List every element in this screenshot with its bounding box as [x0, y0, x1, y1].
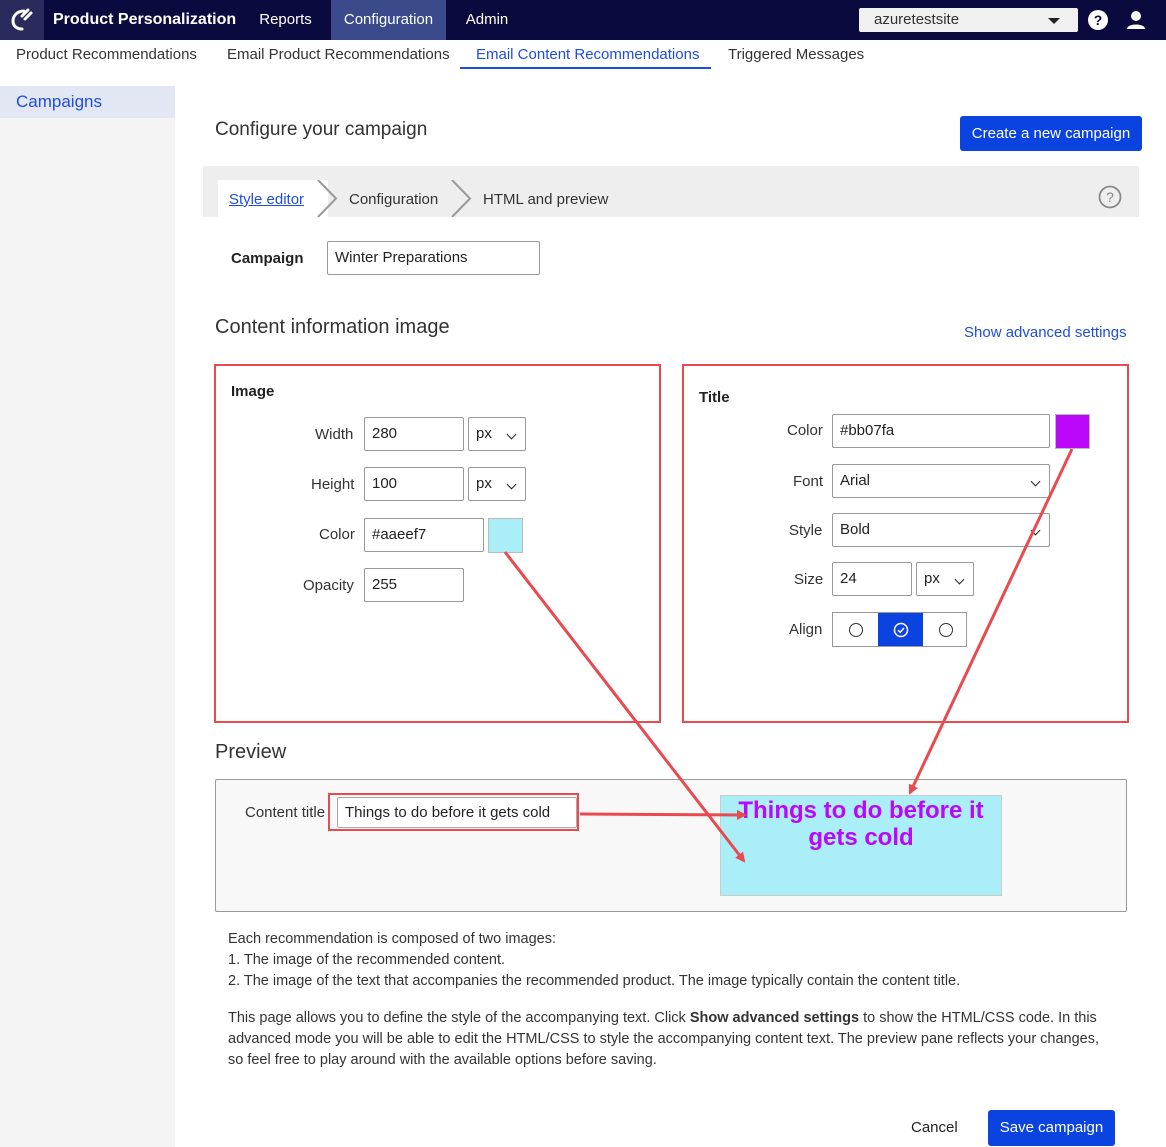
- preview-title-image: Things to do before it gets cold: [720, 795, 1002, 896]
- radio-unchecked-icon: [938, 622, 953, 637]
- caret-down-icon: [1048, 18, 1060, 24]
- title-color-input[interactable]: #bb07fa: [832, 414, 1050, 448]
- opacity-label: Opacity: [303, 577, 354, 594]
- user-icon[interactable]: [1125, 9, 1147, 31]
- title-panel-heading: Title: [699, 389, 730, 406]
- style-select[interactable]: Bold: [832, 513, 1050, 547]
- align-center-option[interactable]: [878, 613, 923, 646]
- site-selector-value: azuretestsite: [874, 11, 960, 28]
- content-title-highlight: [328, 793, 579, 831]
- chevron-right-icon: [451, 180, 472, 217]
- font-select-value: Arial: [840, 472, 871, 489]
- size-unit-value: px: [924, 570, 940, 587]
- chevron-down-icon: [1030, 525, 1041, 536]
- help-line-3: 2. The image of the text that accompanie…: [228, 973, 961, 989]
- nav-admin[interactable]: Admin: [452, 0, 522, 40]
- align-radio-group: [832, 612, 967, 647]
- font-select[interactable]: Arial: [832, 464, 1050, 498]
- step-breadcrumb: Style editor Configuration HTML and prev…: [203, 166, 1139, 217]
- step-configuration[interactable]: Configuration: [349, 191, 438, 208]
- radio-unchecked-icon: [848, 622, 863, 637]
- show-advanced-settings-link[interactable]: Show advanced settings: [964, 324, 1127, 341]
- svg-text:?: ?: [1106, 189, 1114, 205]
- chevron-down-icon: [506, 479, 517, 490]
- save-campaign-button[interactable]: Save campaign: [988, 1110, 1115, 1146]
- top-navigation-bar: Product Personalization Reports Configur…: [0, 0, 1166, 40]
- page-title: Configure your campaign: [215, 119, 428, 140]
- image-panel-heading: Image: [231, 383, 275, 400]
- help-line-1: Each recommendation is composed of two i…: [228, 931, 557, 947]
- size-unit-select[interactable]: px: [916, 562, 974, 596]
- help-circle-icon[interactable]: ?: [1098, 185, 1122, 209]
- chevron-right-icon: [317, 180, 338, 217]
- preview-heading: Preview: [215, 741, 287, 763]
- site-selector[interactable]: azuretestsite: [859, 8, 1078, 32]
- nav-configuration[interactable]: Configuration: [331, 0, 446, 40]
- width-unit-value: px: [476, 425, 492, 442]
- style-label: Style: [789, 522, 823, 539]
- section-title: Content information image: [215, 316, 450, 338]
- radio-checked-icon: [893, 622, 908, 637]
- width-unit-select[interactable]: px: [468, 417, 526, 451]
- height-unit-select[interactable]: px: [468, 467, 526, 501]
- step-html-preview[interactable]: HTML and preview: [483, 191, 608, 208]
- app-logo-icon[interactable]: [0, 0, 44, 40]
- help-line-2: 1. The image of the recommended content.: [228, 952, 506, 968]
- help-paragraph-emphasis: Show advanced settings: [689, 1010, 860, 1026]
- nav-reports[interactable]: Reports: [246, 0, 325, 40]
- font-label: Font: [793, 473, 824, 490]
- chevron-down-icon: [1030, 476, 1041, 487]
- help-paragraph-start: This page allows you to define the style…: [228, 1010, 690, 1026]
- height-unit-value: px: [476, 475, 492, 492]
- help-icon[interactable]: ?: [1087, 9, 1109, 31]
- cancel-button[interactable]: Cancel: [911, 1119, 958, 1136]
- content-title-label: Content title: [245, 804, 326, 821]
- align-right-option[interactable]: [923, 613, 968, 646]
- tab-triggered-messages[interactable]: Triggered Messages: [728, 46, 864, 66]
- campaign-name-input[interactable]: Winter Preparations: [327, 241, 540, 275]
- brand-title: Product Personalization: [53, 11, 237, 28]
- tab-email-content-recommendations[interactable]: Email Content Recommendations: [476, 46, 699, 66]
- chevron-down-icon: [506, 429, 517, 440]
- image-color-label: Color: [319, 526, 355, 543]
- image-color-input[interactable]: #aaeef7: [364, 518, 484, 552]
- create-campaign-button[interactable]: Create a new campaign: [960, 116, 1142, 151]
- step-style-editor[interactable]: Style editor: [229, 191, 304, 208]
- tab-email-product-recommendations[interactable]: Email Product Recommendations: [227, 46, 450, 66]
- svg-text:?: ?: [1094, 12, 1103, 28]
- opacity-input[interactable]: 255: [364, 568, 464, 602]
- style-select-value: Bold: [840, 521, 871, 538]
- campaign-label: Campaign: [231, 250, 304, 267]
- sidebar-item-campaigns[interactable]: Campaigns: [0, 86, 175, 118]
- size-label: Size: [794, 571, 824, 588]
- image-color-swatch[interactable]: [488, 518, 523, 553]
- active-tab-underline: [460, 67, 711, 69]
- width-label: Width: [315, 426, 354, 443]
- chevron-down-icon: [954, 574, 965, 585]
- size-input[interactable]: 24: [832, 562, 912, 596]
- height-input[interactable]: 100: [364, 467, 464, 501]
- align-left-option[interactable]: [833, 613, 878, 646]
- height-label: Height: [311, 476, 355, 493]
- help-paragraph: This page allows you to define the style…: [228, 1008, 1108, 1071]
- width-input[interactable]: 280: [364, 417, 464, 451]
- sidebar: Campaigns: [0, 86, 175, 1147]
- tab-product-recommendations[interactable]: Product Recommendations: [16, 46, 197, 66]
- title-color-swatch[interactable]: [1055, 414, 1090, 449]
- title-color-label: Color: [787, 422, 823, 439]
- align-label: Align: [789, 621, 823, 638]
